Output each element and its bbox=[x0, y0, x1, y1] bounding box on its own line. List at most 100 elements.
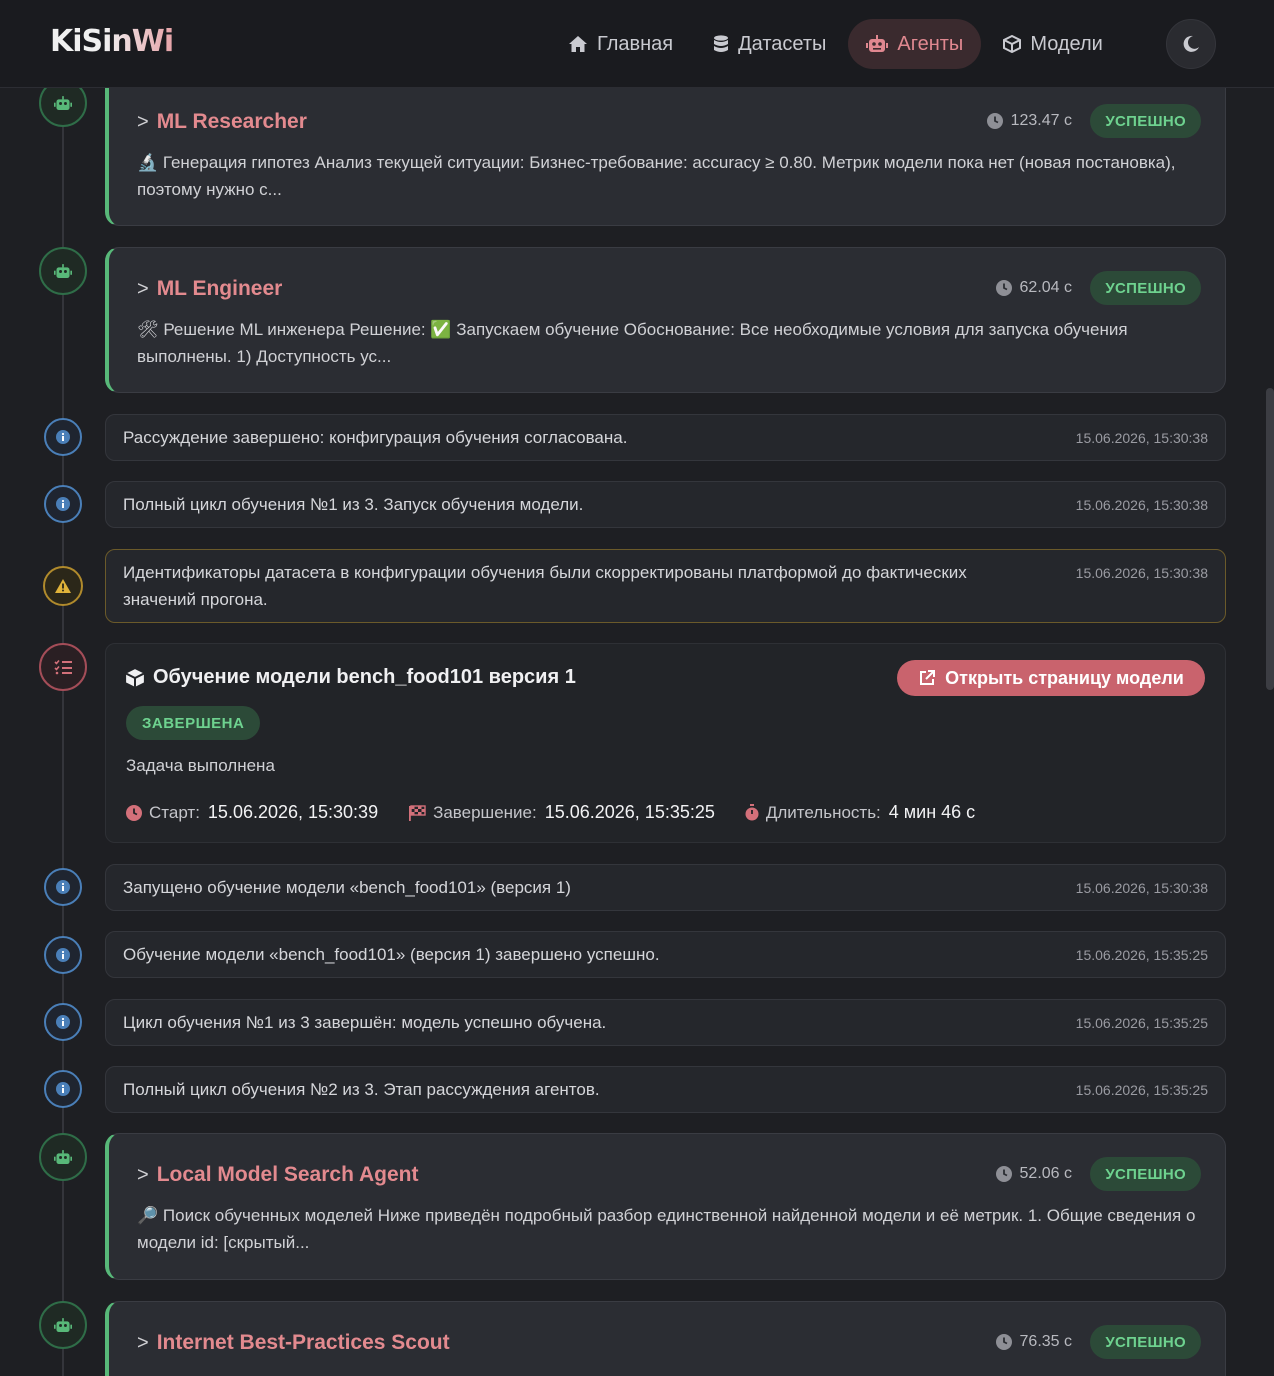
agent-title[interactable]: > ML Engineer bbox=[137, 277, 282, 301]
training-task-card: Обучение модели bench_food101 версия 1 О… bbox=[105, 643, 1226, 843]
info-marker bbox=[44, 485, 82, 523]
agent-name: Local Model Search Agent bbox=[156, 1163, 419, 1186]
agent-title[interactable]: > Internet Best-Practices Scout bbox=[137, 1331, 450, 1355]
info-icon bbox=[56, 880, 70, 894]
info-marker bbox=[44, 1003, 82, 1041]
agent-duration: 76.35 с bbox=[995, 1333, 1072, 1351]
microscope-icon: 🔬 bbox=[137, 153, 159, 172]
page-scrollbar[interactable] bbox=[1266, 388, 1274, 690]
nav-models[interactable]: Модели bbox=[985, 19, 1121, 69]
robot-icon bbox=[866, 35, 889, 52]
agent-title[interactable]: > Local Model Search Agent bbox=[137, 1163, 418, 1187]
clock-icon bbox=[986, 113, 1003, 129]
log-entry: Рассуждение завершено: конфигурация обуч… bbox=[105, 414, 1226, 461]
top-navbar: KiSinWi Главная Датасеты Агенты Модели bbox=[0, 0, 1274, 88]
magnifier-icon: 🔎 bbox=[137, 1206, 159, 1225]
task-start: Старт: 15.06.2026, 15:30:39 bbox=[126, 802, 378, 823]
log-text: Рассуждение завершено: конфигурация обуч… bbox=[123, 428, 628, 447]
main-nav: Главная Датасеты Агенты Модели bbox=[550, 19, 1125, 69]
end-label: Завершение: bbox=[433, 802, 537, 822]
agent-desc-text: Решение ML инженера Решение: ✅ Запускаем… bbox=[137, 320, 1128, 366]
task-title-text: Обучение модели bench_food101 версия 1 bbox=[153, 666, 576, 688]
agent-name: ML Researcher bbox=[156, 110, 307, 133]
log-text: Цикл обучения №1 из 3 завершён: модель у… bbox=[123, 1013, 607, 1032]
agent-card[interactable]: > Local Model Search Agent 52.06 с УСПЕШ… bbox=[105, 1133, 1226, 1280]
agent-name: Internet Best-Practices Scout bbox=[156, 1331, 450, 1354]
log-timestamp: 15.06.2026, 15:35:25 bbox=[1075, 947, 1208, 963]
chevron-right-icon[interactable]: > bbox=[137, 111, 149, 134]
log-timestamp: 15.06.2026, 15:35:25 bbox=[1075, 1082, 1208, 1098]
duration-value: 4 мин 46 с bbox=[888, 802, 976, 822]
nav-home[interactable]: Главная bbox=[550, 19, 691, 69]
nav-agents[interactable]: Агенты bbox=[848, 19, 982, 69]
robot-icon bbox=[54, 263, 72, 278]
theme-toggle-button[interactable] bbox=[1166, 19, 1216, 69]
agent-time-value: 62.04 с bbox=[1019, 279, 1072, 296]
warning-icon bbox=[55, 579, 71, 593]
log-timestamp: 15.06.2026, 15:35:25 bbox=[1075, 1015, 1208, 1031]
agent-title[interactable]: > ML Researcher bbox=[137, 110, 307, 134]
list-check-icon bbox=[54, 659, 72, 675]
robot-icon bbox=[54, 95, 72, 110]
status-badge: УСПЕШНО bbox=[1090, 1157, 1201, 1191]
agent-description: 🔬 Генерация гипотез Анализ текущей ситуа… bbox=[137, 149, 1199, 203]
clock-icon bbox=[995, 1334, 1012, 1350]
agent-time-value: 76.35 с bbox=[1019, 1333, 1072, 1350]
stopwatch-icon bbox=[745, 804, 759, 821]
nav-home-label: Главная bbox=[597, 32, 674, 55]
info-icon bbox=[56, 430, 70, 444]
clock-icon bbox=[995, 280, 1012, 296]
info-marker bbox=[44, 418, 82, 456]
agent-desc-text: Поиск обученных моделей Ниже приведён по… bbox=[137, 1206, 1196, 1252]
external-link-icon bbox=[920, 670, 936, 685]
status-badge: УСПЕШНО bbox=[1090, 271, 1201, 305]
robot-icon bbox=[54, 1317, 72, 1332]
info-marker bbox=[44, 868, 82, 906]
task-end: Завершение: 15.06.2026, 15:35:25 bbox=[408, 802, 715, 823]
agent-marker bbox=[39, 1133, 87, 1181]
app-logo[interactable]: KiSinWi bbox=[50, 24, 174, 59]
chevron-right-icon[interactable]: > bbox=[137, 1332, 149, 1355]
log-entry: Полный цикл обучения №1 из 3. Запуск обу… bbox=[105, 481, 1226, 528]
agent-description: 🛠 Решение ML инженера Решение: ✅ Запуска… bbox=[137, 316, 1199, 370]
task-status-badge: ЗАВЕРШЕНА bbox=[126, 706, 261, 740]
agent-marker bbox=[39, 247, 87, 295]
agent-card[interactable]: > ML Engineer 62.04 с УСПЕШНО 🛠 Решение … bbox=[105, 247, 1226, 393]
nav-models-label: Модели bbox=[1030, 32, 1103, 55]
agent-duration: 123.47 с bbox=[986, 112, 1072, 130]
robot-icon bbox=[54, 1149, 72, 1164]
cube-icon bbox=[125, 668, 145, 687]
log-entry-warning: Идентификаторы датасета в конфигурации о… bbox=[105, 549, 1226, 623]
log-text: Запущено обучение модели «bench_food101»… bbox=[123, 878, 571, 897]
open-model-page-button[interactable]: Открыть страницу модели bbox=[897, 660, 1205, 696]
info-icon bbox=[56, 1015, 70, 1029]
log-text: Полный цикл обучения №1 из 3. Запуск обу… bbox=[123, 495, 584, 514]
log-timestamp: 15.06.2026, 15:30:38 bbox=[1075, 565, 1208, 581]
agent-card[interactable]: > Internet Best-Practices Scout 76.35 с … bbox=[105, 1301, 1226, 1376]
log-entry: Цикл обучения №1 из 3 завершён: модель у… bbox=[105, 999, 1226, 1046]
moon-icon bbox=[1183, 35, 1199, 52]
log-entry: Запущено обучение модели «bench_food101»… bbox=[105, 864, 1226, 911]
clock-icon bbox=[995, 1166, 1012, 1182]
task-message: Задача выполнена bbox=[126, 756, 275, 775]
tools-icon: 🛠 bbox=[137, 320, 159, 339]
log-entry: Полный цикл обучения №2 из 3. Этап рассу… bbox=[105, 1066, 1226, 1113]
open-model-page-label: Открыть страницу модели bbox=[945, 667, 1184, 688]
agent-duration: 52.06 с bbox=[995, 1165, 1072, 1183]
agent-name: ML Engineer bbox=[156, 277, 283, 300]
checkered-flag-icon bbox=[409, 804, 426, 821]
chevron-right-icon[interactable]: > bbox=[137, 278, 149, 301]
nav-datasets-label: Датасеты bbox=[738, 32, 827, 55]
agent-desc-text: Генерация гипотез Анализ текущей ситуаци… bbox=[137, 153, 1176, 199]
info-icon bbox=[56, 1082, 70, 1096]
agent-time-value: 123.47 с bbox=[1010, 112, 1072, 129]
database-icon bbox=[714, 35, 729, 52]
nav-datasets[interactable]: Датасеты bbox=[695, 19, 844, 69]
info-icon bbox=[56, 497, 70, 511]
task-meta: Старт: 15.06.2026, 15:30:39 Завершение: … bbox=[126, 802, 1005, 823]
cube-icon bbox=[1003, 35, 1022, 53]
info-marker bbox=[44, 936, 82, 974]
chevron-right-icon[interactable]: > bbox=[137, 1164, 149, 1187]
log-text: Обучение модели «bench_food101» (версия … bbox=[123, 945, 660, 964]
agent-description: 🔎 Поиск обученных моделей Ниже приведён … bbox=[137, 1202, 1199, 1256]
